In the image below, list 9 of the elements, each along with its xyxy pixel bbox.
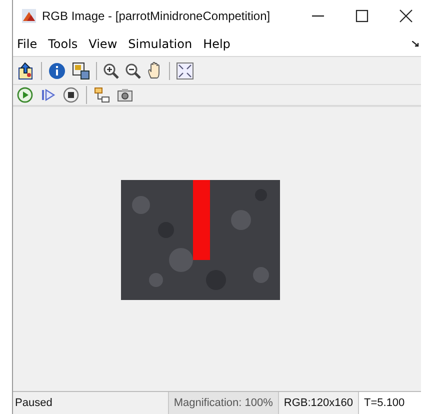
menu-item[interactable]: Simulation [128,37,192,51]
menu-item[interactable]: Tools [48,37,78,51]
menu-item[interactable]: Help [203,37,230,51]
status-text: Paused [14,397,54,409]
window-title: RGB Image - [parrotMinidroneCompetition] [42,9,270,23]
simulation-time-text: T=5.100 [358,392,421,414]
menu-item[interactable]: File [17,37,38,51]
menu-item[interactable]: View [88,37,118,51]
magnification-text: Magnification: 100% [168,392,278,414]
